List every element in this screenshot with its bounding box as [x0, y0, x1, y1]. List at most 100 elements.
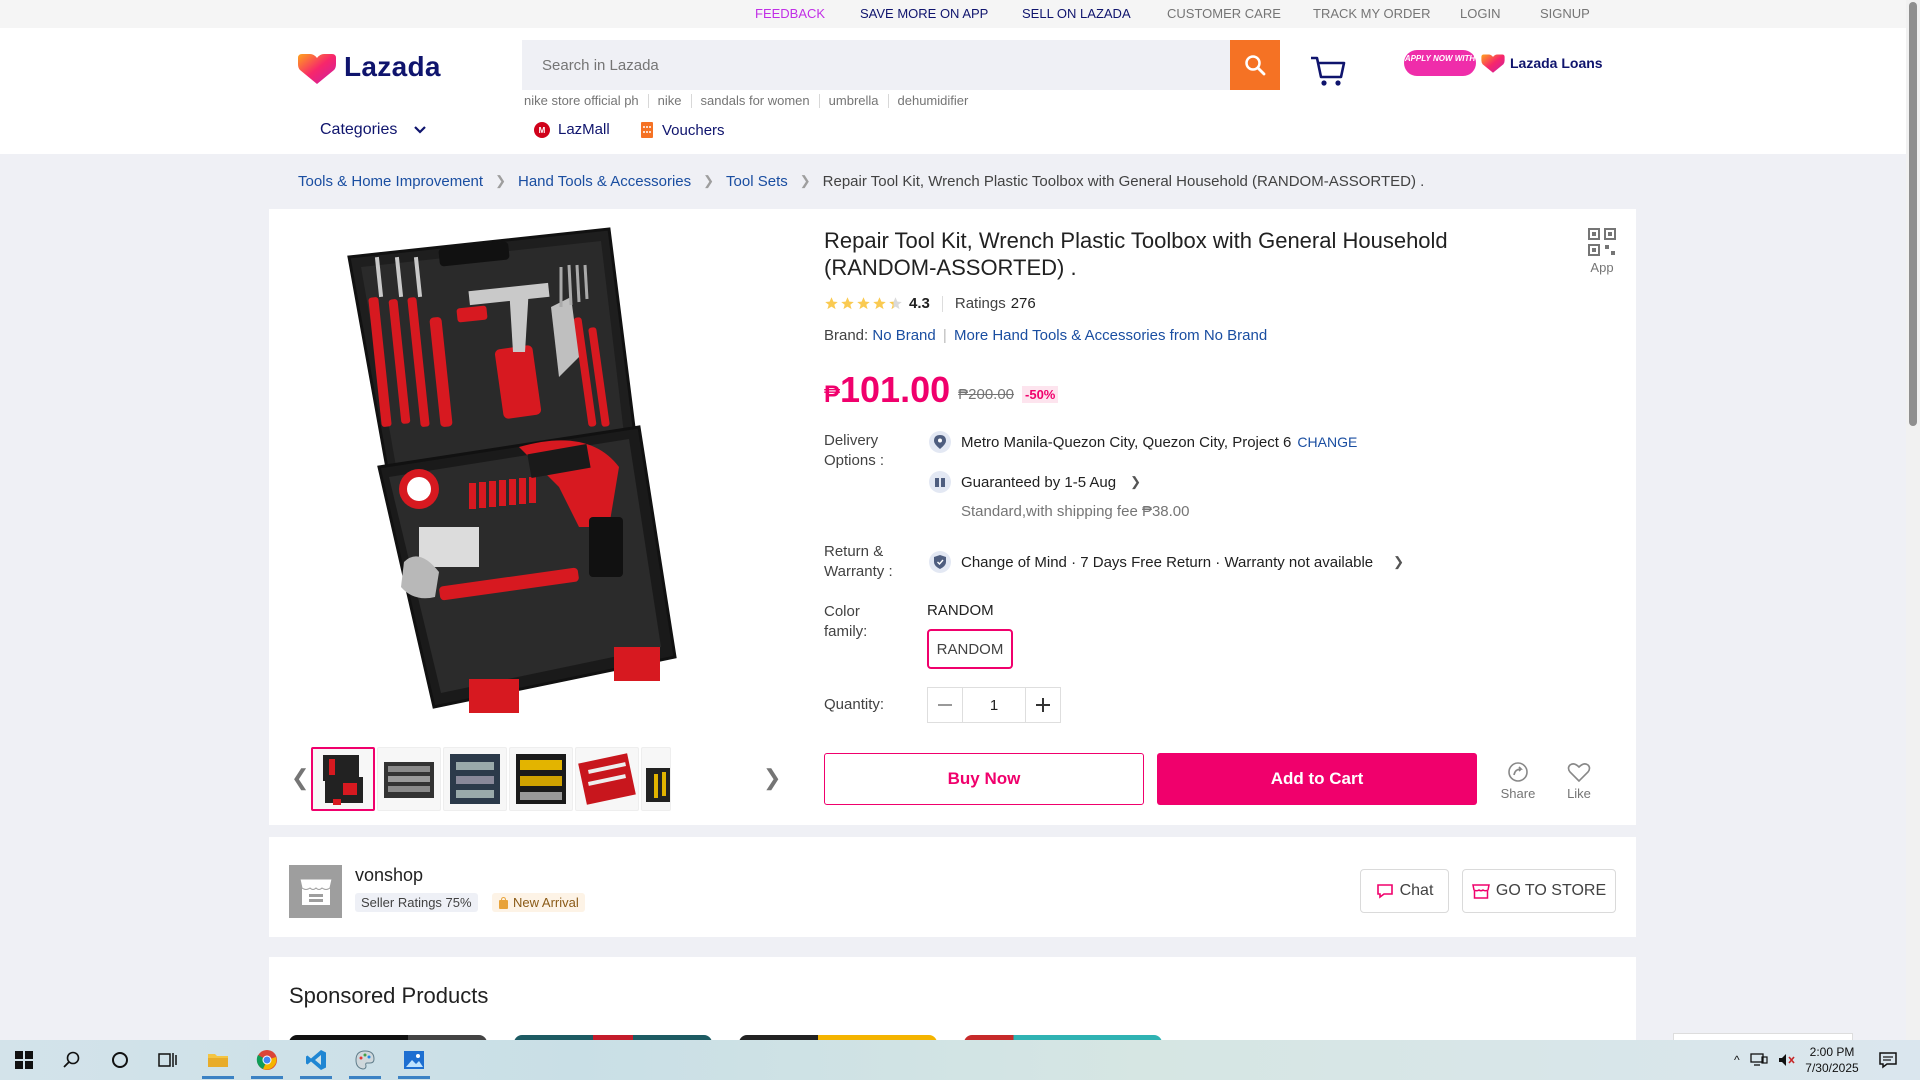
quantity-label: Quantity: — [824, 696, 885, 713]
photos-button[interactable] — [390, 1040, 438, 1080]
chevron-right-icon: ❯ — [703, 173, 715, 188]
thumb-image — [516, 754, 566, 804]
decrease-button[interactable] — [927, 687, 963, 723]
chevron-right-icon: ❯ — [799, 173, 811, 188]
categories-menu[interactable]: Categories — [320, 121, 427, 139]
active-indicator — [251, 1076, 283, 1079]
vouchers-link[interactable]: Vouchers — [640, 121, 725, 139]
ratings-count: 276 — [1010, 295, 1036, 312]
share-button[interactable]: Share — [1493, 761, 1543, 801]
feedback-link[interactable]: FEEDBACK — [755, 6, 825, 21]
buy-now-button[interactable]: Buy Now — [824, 753, 1144, 805]
thumbnail[interactable] — [509, 747, 573, 811]
suggestion-link[interactable]: dehumidifier — [887, 94, 978, 108]
rating-stars — [824, 296, 903, 311]
suggestion-link[interactable]: sandals for women — [690, 94, 819, 108]
search-icon — [63, 1051, 80, 1068]
package-icon — [929, 471, 951, 493]
discount-badge: -50% — [1022, 386, 1059, 403]
return-policy[interactable]: Change of Mind · 7 Days Free Return · Wa… — [929, 551, 1404, 573]
new-arrival-text: New Arrival — [513, 895, 579, 910]
start-button[interactable] — [0, 1040, 48, 1080]
seller-name[interactable]: vonshop — [355, 865, 423, 886]
breadcrumb-link[interactable]: Tool Sets — [726, 173, 788, 190]
signup-link[interactable]: SIGNUP — [1540, 6, 1590, 21]
thumb-image — [384, 762, 434, 798]
sponsored-title: Sponsored Products — [289, 983, 489, 1008]
app-qr-button[interactable]: App — [1582, 227, 1622, 275]
color-option[interactable]: RANDOM — [927, 629, 1013, 669]
share-label: Share — [1500, 786, 1536, 801]
file-explorer-button[interactable] — [194, 1040, 242, 1080]
thumbnail[interactable] — [311, 747, 375, 811]
customer-care-link[interactable]: CUSTOMER CARE — [1167, 6, 1281, 21]
product-main-image[interactable] — [289, 227, 783, 721]
change-location-link[interactable]: CHANGE — [1297, 434, 1357, 450]
search-button[interactable] — [48, 1040, 96, 1080]
chevron-up-icon[interactable]: ^ — [1734, 1053, 1740, 1067]
network-icon[interactable] — [1749, 1053, 1768, 1067]
breadcrumb-link[interactable]: Tools & Home Improvement — [298, 173, 483, 190]
scroll-thumb[interactable] — [1909, 2, 1917, 426]
suggestion-link[interactable]: nike store official ph — [522, 94, 648, 108]
cart-button[interactable] — [1308, 50, 1348, 90]
search-button[interactable] — [1230, 40, 1280, 90]
lazada-logo[interactable]: Lazada — [298, 50, 458, 86]
delivery-label: Delivery Options : — [824, 432, 885, 469]
suggestion-link[interactable]: umbrella — [818, 94, 888, 108]
chevron-down-icon — [414, 126, 427, 134]
lazada-loans-banner[interactable]: APPLY NOW WITH Lazada Loans — [1404, 50, 1624, 76]
search-input[interactable] — [522, 40, 1230, 90]
thumbnail[interactable] — [641, 747, 671, 811]
thumbnail[interactable] — [377, 747, 441, 811]
quantity-value[interactable]: 1 — [963, 687, 1025, 723]
breadcrumb-link[interactable]: Hand Tools & Accessories — [518, 173, 691, 190]
track-my-order-link[interactable]: TRACK MY ORDER — [1313, 6, 1431, 21]
increase-button[interactable] — [1025, 687, 1061, 723]
active-indicator — [202, 1076, 234, 1079]
like-button[interactable]: Like — [1554, 761, 1604, 801]
page-scrollbar[interactable] — [1906, 0, 1920, 1040]
minus-icon — [938, 704, 952, 706]
color-value: RANDOM — [927, 602, 994, 619]
delivery-guarantee[interactable]: Guaranteed by 1-5 Aug ❯ — [929, 471, 1141, 493]
sell-on-lazada-link[interactable]: SELL ON LAZADA — [1022, 6, 1131, 21]
share-icon — [1508, 762, 1528, 782]
thumbnail[interactable] — [575, 747, 639, 811]
plus-icon — [1036, 698, 1050, 712]
task-view-button[interactable] — [144, 1040, 192, 1080]
delivery-location: Metro Manila-Quezon City, Quezon City, P… — [929, 431, 1357, 453]
cortana-button[interactable] — [96, 1040, 144, 1080]
ratings-label: Ratings — [954, 295, 1006, 312]
taskbar-clock[interactable]: 2:00 PM 7/30/2025 — [1792, 1044, 1872, 1076]
store-logo[interactable] — [289, 865, 342, 918]
login-link[interactable]: LOGIN — [1460, 6, 1500, 21]
go-to-store-button[interactable]: GO TO STORE — [1462, 869, 1616, 913]
chevron-left-icon[interactable]: ❮ — [291, 765, 309, 791]
logo-text: Lazada — [344, 51, 441, 82]
add-to-cart-button[interactable]: Add to Cart — [1157, 753, 1477, 805]
chrome-button[interactable] — [243, 1040, 291, 1080]
brand-link[interactable]: No Brand — [872, 327, 935, 344]
seller-card: vonshop Seller Ratings 75% New Arrival C… — [269, 837, 1636, 937]
notification-center-button[interactable] — [1864, 1040, 1912, 1080]
shipping-fee: Standard,with shipping fee ₱38.00 — [961, 503, 1190, 520]
save-more-on-app-link[interactable]: SAVE MORE ON APP — [860, 6, 988, 21]
price-value: 101.00 — [840, 369, 951, 410]
task-view-icon — [158, 1053, 177, 1067]
guaranteed-text: Guaranteed by 1-5 Aug — [961, 473, 1117, 491]
rating-row[interactable]: 4.3 Ratings 276 — [824, 295, 1036, 312]
more-from-brand-link[interactable]: More Hand Tools & Accessories from No Br… — [954, 327, 1267, 344]
chat-icon — [1376, 884, 1393, 899]
suggestion-link[interactable]: nike — [647, 94, 691, 108]
chevron-right-icon[interactable]: ❯ — [763, 765, 781, 791]
chat-button[interactable]: Chat — [1360, 869, 1449, 913]
active-indicator — [398, 1076, 430, 1079]
thumbnail[interactable] — [443, 747, 507, 811]
paint-app-button[interactable] — [341, 1040, 389, 1080]
lazmall-link[interactable]: M LazMall — [534, 121, 610, 138]
return-label: Return & Warranty : — [824, 543, 893, 580]
vscode-button[interactable] — [292, 1040, 340, 1080]
store-icon — [298, 878, 333, 905]
thumbnail-strip: ❮ ❯ — [289, 737, 783, 811]
